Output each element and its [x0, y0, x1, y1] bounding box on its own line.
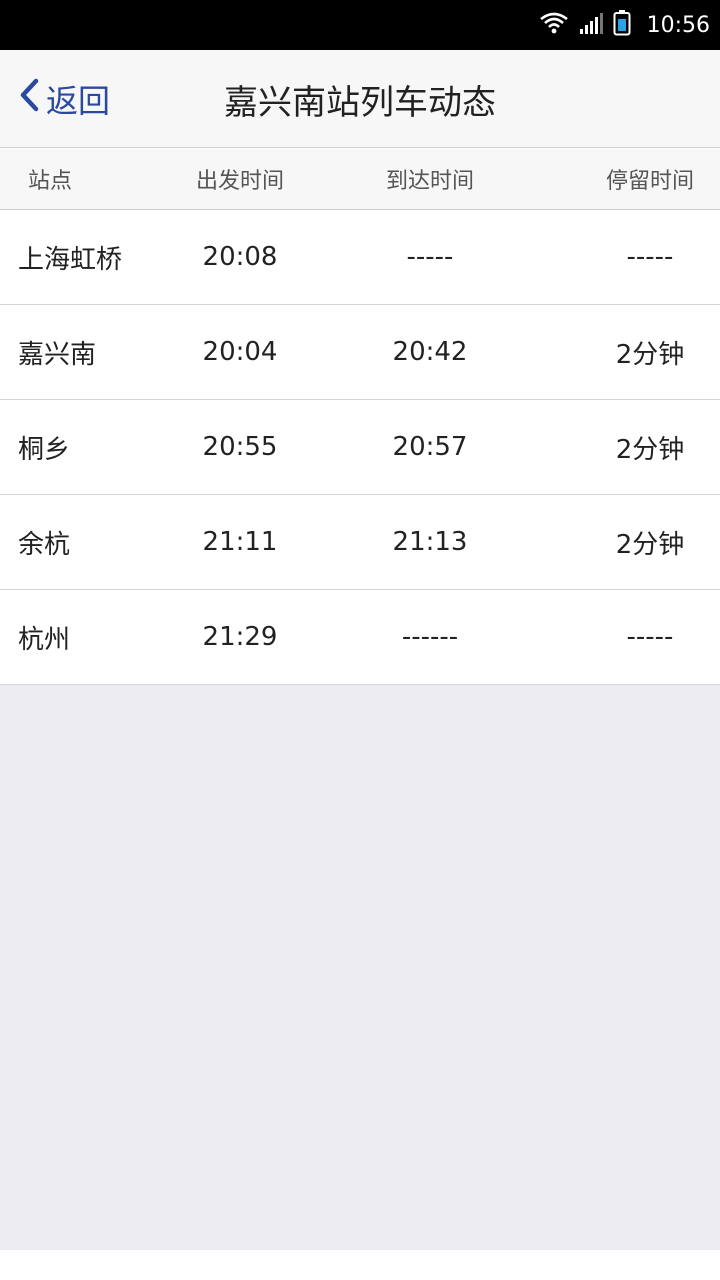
status-icons: 10:56	[539, 0, 710, 50]
table-row[interactable]: 余杭 21:11 21:13 2分钟	[0, 495, 720, 590]
status-bar: 10:56	[0, 0, 720, 50]
table-row[interactable]: 桐乡 20:55 20:57 2分钟	[0, 400, 720, 495]
depart-time: 20:55	[202, 432, 278, 462]
table-row[interactable]: 上海虹桥 20:08 ----- -----	[0, 210, 720, 305]
station-name: 桐乡	[18, 434, 71, 465]
stay-time: -----	[626, 242, 674, 272]
station-list: 上海虹桥 20:08 ----- ----- 嘉兴南 20:04 20:42 2…	[0, 210, 720, 685]
arrive-time: ------	[401, 622, 459, 652]
stay-time: 2分钟	[615, 434, 685, 465]
header-depart: 出发时间	[195, 169, 284, 194]
station-name: 杭州	[18, 624, 71, 655]
depart-time: 20:08	[202, 242, 278, 272]
header-stay: 停留时间	[605, 169, 694, 194]
depart-time: 20:04	[202, 337, 278, 367]
arrive-time: 20:57	[392, 432, 468, 462]
header-arrive: 到达时间	[385, 169, 474, 194]
arrive-time: 20:42	[392, 337, 468, 367]
status-time: 10:56	[646, 12, 710, 38]
signal-icon	[579, 11, 603, 39]
arrive-time: -----	[406, 242, 454, 272]
table-row[interactable]: 杭州 21:29 ------ -----	[0, 590, 720, 685]
station-name: 上海虹桥	[18, 244, 123, 275]
wifi-icon	[539, 11, 569, 39]
table-row[interactable]: 嘉兴南 20:04 20:42 2分钟	[0, 305, 720, 400]
page-title: 嘉兴南站列车动态	[224, 82, 496, 123]
station-name: 嘉兴南	[18, 339, 97, 370]
stay-time: 2分钟	[615, 529, 685, 560]
station-name: 余杭	[18, 529, 71, 560]
depart-time: 21:29	[202, 622, 278, 652]
depart-time: 21:11	[202, 527, 278, 557]
empty-area	[0, 685, 720, 1250]
battery-icon	[613, 10, 631, 40]
arrive-time: 21:13	[392, 527, 468, 557]
stay-time: 2分钟	[615, 339, 685, 370]
table-header: 站点 出发时间 到达时间 停留时间	[0, 149, 720, 210]
header-station: 站点	[28, 169, 73, 194]
stay-time: -----	[626, 622, 674, 652]
nav-bar: 返回 嘉兴南站列车动态	[0, 50, 720, 148]
